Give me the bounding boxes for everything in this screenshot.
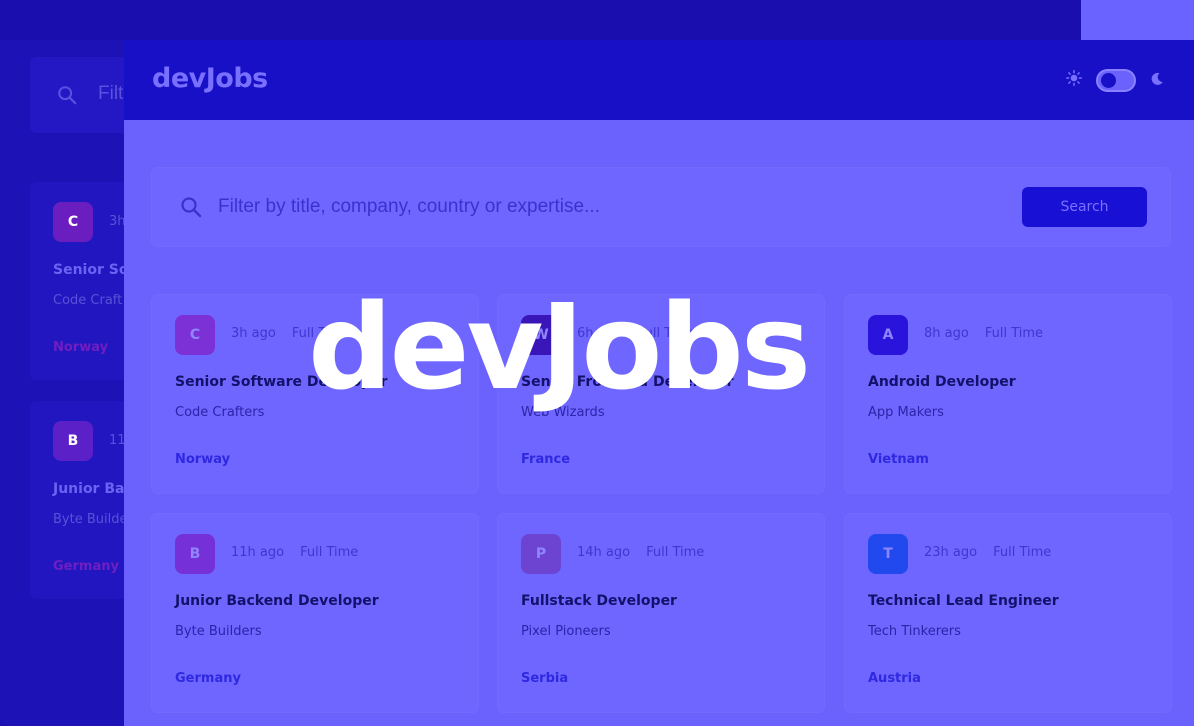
job-card[interactable]: P 14h ago Full Time Fullstack Developer P… <box>498 514 824 712</box>
company-logo: A <box>868 315 908 355</box>
company-name: Byte Builders <box>175 624 262 639</box>
theme-switcher <box>1066 68 1164 92</box>
search-icon <box>179 195 203 223</box>
contract-type: Full Time <box>984 326 1044 341</box>
job-title[interactable]: Technical Lead Engineer <box>868 593 1059 609</box>
posted-time: 3h ago <box>231 326 276 341</box>
app-header: devJobs <box>124 40 1194 120</box>
posted-time: 11h ago <box>231 545 285 560</box>
theme-toggle-switch[interactable] <box>1096 68 1136 92</box>
moon-icon <box>1150 71 1164 90</box>
job-meta: 11h ago Full Time <box>231 545 358 560</box>
job-title[interactable]: Junior Backend Developer <box>175 593 379 609</box>
company-logo: B <box>175 534 215 574</box>
search-icon <box>56 84 78 110</box>
posted-time: 8h ago <box>924 326 969 341</box>
job-country: Norway <box>175 452 231 467</box>
job-title[interactable]: Fullstack Developer <box>521 593 677 609</box>
company-logo: C <box>53 202 93 242</box>
corner-block <box>1081 0 1194 40</box>
company-logo: T <box>868 534 908 574</box>
background-top-strip <box>0 0 1194 40</box>
search-bar: Search <box>152 168 1170 246</box>
company-name: Pixel Pioneers <box>521 624 611 639</box>
job-card[interactable]: T 23h ago Full Time Technical Lead Engine… <box>845 514 1171 712</box>
company-name: Code Crafters <box>175 405 265 420</box>
company-name: Code Craft <box>53 293 123 308</box>
job-title: Senior So <box>53 262 129 278</box>
company-name: Tech Tinkerers <box>868 624 961 639</box>
contract-type: Full Time <box>300 545 359 560</box>
company-logo: C <box>175 315 215 355</box>
job-country: Norway <box>53 340 109 355</box>
company-logo: B <box>53 421 93 461</box>
toggle-knob <box>1101 72 1116 88</box>
background-search-placeholder: Filt <box>98 83 124 104</box>
job-title[interactable]: Android Developer <box>868 374 1016 390</box>
brand-logo[interactable]: devJobs <box>152 63 268 94</box>
company-name: Byte Builde <box>53 512 128 527</box>
job-country: Austria <box>868 671 921 686</box>
posted-time: 14h ago <box>577 545 631 560</box>
contract-type: Full Time <box>646 545 705 560</box>
contract-type: Full Time <box>993 545 1052 560</box>
search-button[interactable]: Search <box>1022 187 1147 227</box>
job-country: Germany <box>53 559 119 574</box>
job-meta: 14h ago Full Time <box>577 545 704 560</box>
search-input[interactable] <box>218 192 978 222</box>
company-logo: P <box>521 534 561 574</box>
job-country: France <box>521 452 571 467</box>
job-country: Germany <box>175 671 241 686</box>
company-name: App Makers <box>868 405 944 420</box>
job-country: Vietnam <box>868 452 929 467</box>
job-card[interactable]: B 11h ago Full Time Junior Backend Develo… <box>152 514 478 712</box>
sun-icon <box>1066 70 1082 90</box>
overlay-brand-title: devJobs <box>308 278 811 416</box>
job-meta: 23h ago Full Time <box>924 545 1051 560</box>
job-meta: 8h ago Full Time <box>924 326 1043 341</box>
job-card[interactable]: A 8h ago Full Time Android Developer App … <box>845 295 1171 493</box>
posted-time: 23h ago <box>924 545 978 560</box>
job-title: Junior Ba <box>53 481 125 497</box>
job-country: Serbia <box>521 671 569 686</box>
